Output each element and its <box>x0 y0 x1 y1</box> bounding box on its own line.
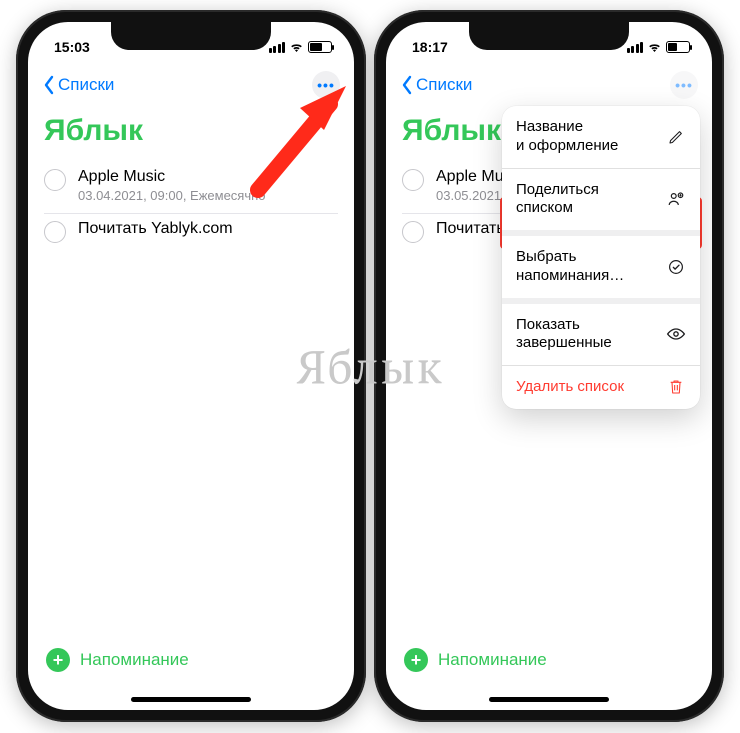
cellular-icon <box>627 42 644 53</box>
nav-bar: Списки ••• <box>386 64 712 106</box>
menu-item-label: Показать завершенные <box>516 316 656 354</box>
status-time: 15:03 <box>54 39 90 55</box>
reminder-body: Почитать Yablyk.com <box>78 220 233 238</box>
menu-item-select-reminders[interactable]: Выбрать напоминания… <box>502 236 700 304</box>
reminder-title: Apple Music <box>78 168 266 186</box>
menu-item-label: Удалить список <box>516 378 624 397</box>
reminder-radio[interactable] <box>402 221 424 243</box>
nav-bar: Списки ••• <box>28 64 354 106</box>
check-circle-icon <box>666 258 686 276</box>
menu-item-delete-list[interactable]: Удалить список <box>502 366 700 409</box>
status-indicators <box>627 41 691 53</box>
battery-icon <box>666 41 690 53</box>
bottom-bar: + Напоминание <box>386 640 712 710</box>
notch <box>111 22 271 50</box>
wifi-icon <box>647 41 662 53</box>
battery-icon <box>308 41 332 53</box>
ellipsis-icon: ••• <box>675 78 693 92</box>
list-title: Яблык <box>44 114 338 148</box>
back-button[interactable]: Списки <box>400 75 472 95</box>
status-indicators <box>269 41 333 53</box>
home-indicator <box>489 697 609 702</box>
reminder-row[interactable]: Почитать Yablyk.com <box>44 214 338 253</box>
add-reminder-label: Напоминание <box>438 650 547 670</box>
menu-item-label: Поделиться списком <box>516 181 656 219</box>
menu-item-label: Выбрать напоминания… <box>516 248 624 286</box>
screen-right: 18:17 Списки ••• Яблык <box>386 22 712 710</box>
more-menu-popover: Название и оформление Поделиться списком… <box>502 106 700 409</box>
eye-icon <box>666 327 686 341</box>
trash-icon <box>666 378 686 396</box>
add-reminder-label: Напоминание <box>80 650 189 670</box>
reminder-radio[interactable] <box>44 169 66 191</box>
more-button[interactable]: ••• <box>312 71 340 99</box>
notch <box>469 22 629 50</box>
add-reminder-button[interactable]: + Напоминание <box>46 648 189 672</box>
reminder-subtitle: 03.04.2021, 09:00, Ежемесячно <box>78 188 266 203</box>
back-label: Списки <box>58 75 114 95</box>
screen-left: 15:03 Списки ••• Яблык <box>28 22 354 710</box>
reminder-title: Почитать Yablyk.com <box>78 220 233 238</box>
menu-item-label: Название и оформление <box>516 118 618 156</box>
chevron-left-icon <box>400 75 414 95</box>
home-indicator <box>131 697 251 702</box>
chevron-left-icon <box>42 75 56 95</box>
reminder-radio[interactable] <box>44 221 66 243</box>
phone-frame-right: 18:17 Списки ••• Яблык <box>374 10 724 722</box>
back-label: Списки <box>416 75 472 95</box>
menu-item-share-list[interactable]: Поделиться списком <box>502 169 700 237</box>
more-button[interactable]: ••• <box>670 71 698 99</box>
status-time: 18:17 <box>412 39 448 55</box>
bottom-bar: + Напоминание <box>28 640 354 710</box>
add-reminder-button[interactable]: + Напоминание <box>404 648 547 672</box>
content-area: Яблык Apple Music 03.04.2021, 09:00, Еже… <box>28 110 354 640</box>
reminder-body: Apple Music 03.04.2021, 09:00, Ежемесячн… <box>78 168 266 203</box>
plus-circle-icon: + <box>404 648 428 672</box>
back-button[interactable]: Списки <box>42 75 114 95</box>
phone-frame-left: 15:03 Списки ••• Яблык <box>16 10 366 722</box>
reminder-row[interactable]: Apple Music 03.04.2021, 09:00, Ежемесячн… <box>44 162 338 214</box>
share-person-icon <box>666 190 686 208</box>
plus-circle-icon: + <box>46 648 70 672</box>
screenshot-stage: 15:03 Списки ••• Яблык <box>0 0 740 733</box>
menu-item-show-completed[interactable]: Показать завершенные <box>502 304 700 367</box>
cellular-icon <box>269 42 286 53</box>
menu-item-name-appearance[interactable]: Название и оформление <box>502 106 700 169</box>
ellipsis-icon: ••• <box>317 78 335 92</box>
reminder-radio[interactable] <box>402 169 424 191</box>
pencil-icon <box>666 129 686 145</box>
wifi-icon <box>289 41 304 53</box>
